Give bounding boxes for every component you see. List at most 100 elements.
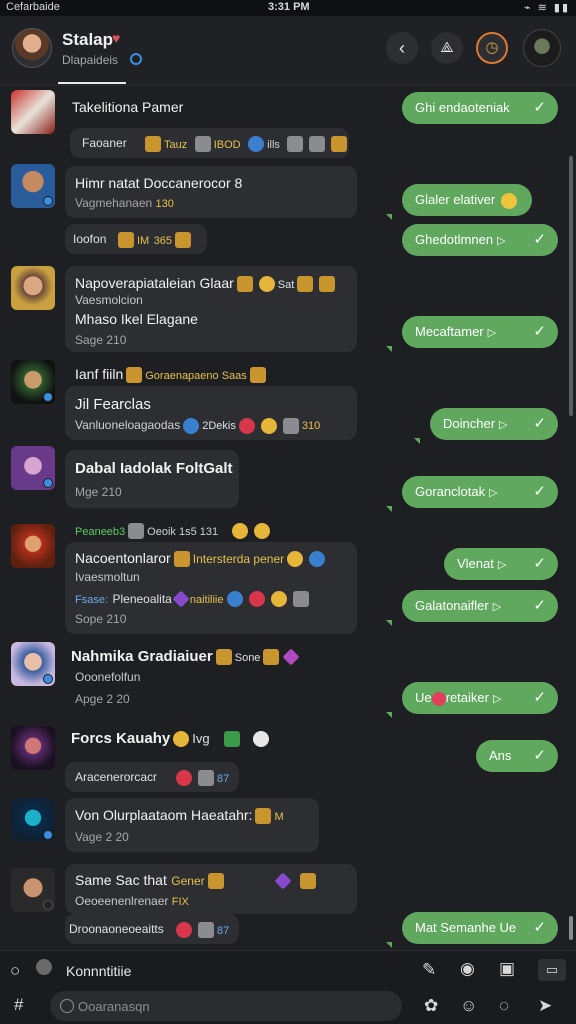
message-bubble[interactable]: Same Sac that Gener Oeoeenenlrenaer FIX bbox=[65, 864, 357, 914]
sender-avatar[interactable] bbox=[11, 360, 55, 404]
figure-icon bbox=[198, 769, 214, 786]
read-check-icon: ✓ bbox=[533, 597, 546, 614]
badge-icon bbox=[118, 231, 134, 248]
system-indicators: ⌁ ≋ ▮▮ bbox=[523, 2, 570, 14]
bubble-tail bbox=[414, 438, 420, 444]
emoji-icon bbox=[254, 522, 271, 539]
grid-icon[interactable]: # bbox=[14, 995, 23, 1015]
badge-icon bbox=[194, 135, 211, 152]
message-input[interactable] bbox=[78, 997, 388, 1015]
sender-avatar[interactable] bbox=[11, 868, 55, 912]
carrier-label: Cefarbaide bbox=[6, 1, 60, 13]
message-header-line: Ianf fiiln Goraenapaeno Saas bbox=[75, 366, 269, 384]
message-bubble[interactable]: Dabal Iadolak FoltGalt Mge 210 bbox=[65, 450, 239, 508]
message-bubble[interactable]: Jil Fearclas Vanluoneloagaodas 2Dekis 310 bbox=[65, 386, 357, 440]
chat-subtitle: Dlapaideis bbox=[62, 53, 119, 67]
profile-avatar[interactable] bbox=[523, 29, 561, 67]
badge-icon bbox=[126, 366, 143, 383]
kiss-emoji-icon bbox=[431, 691, 446, 706]
message-meta: Vanluoneloagaodas 2Dekis 310 bbox=[75, 418, 321, 434]
sender-avatar[interactable] bbox=[11, 726, 55, 770]
message-timestamp: Sope 210 bbox=[75, 612, 127, 626]
outgoing-message[interactable]: Doincher ▷ ✓ bbox=[430, 408, 558, 440]
emoji-icon[interactable]: ☺ bbox=[460, 996, 477, 1016]
back-button[interactable]: ‹ bbox=[386, 32, 418, 64]
read-check-icon: ✓ bbox=[533, 919, 546, 936]
bubble-tail bbox=[386, 506, 392, 512]
message-bubble[interactable]: Napoverapiataleian Glaar Sat Vaesmolcion … bbox=[65, 266, 357, 352]
sender-avatar[interactable] bbox=[11, 798, 55, 842]
read-check-icon: ✓ bbox=[533, 231, 546, 248]
reaction-icons: IM 365 bbox=[115, 231, 194, 249]
reaction-strip[interactable]: Ioofon IM 365 bbox=[65, 224, 207, 254]
chat-bubble-icon[interactable]: ◌ bbox=[499, 996, 509, 1016]
save-icon[interactable]: ▣ bbox=[499, 959, 515, 979]
outgoing-message[interactable]: Galatonaifler ▷ ✓ bbox=[402, 590, 558, 622]
outgoing-message[interactable]: Mat Semanhe Ue ✓ bbox=[402, 912, 558, 944]
smile-emoji-icon bbox=[501, 192, 518, 209]
emoji-icon bbox=[232, 522, 249, 539]
message-bubble[interactable]: Himr natat Doccanerocor 8 Vagmehanaen 13… bbox=[65, 166, 357, 218]
sender-avatar[interactable] bbox=[11, 642, 55, 686]
heart-icon bbox=[176, 921, 192, 938]
composer-label[interactable]: Konnntitiie bbox=[66, 963, 131, 979]
message-line: Oeoeenenlrenaer FIX bbox=[75, 894, 189, 908]
send-icon[interactable]: ➤ bbox=[538, 996, 552, 1016]
scrollbar[interactable] bbox=[569, 156, 573, 416]
sender-avatar[interactable] bbox=[11, 266, 55, 310]
message-bubble[interactable]: Nacoentonlaror Intersterda pener Ivaesmol… bbox=[65, 542, 357, 634]
emoji-icon bbox=[252, 730, 269, 747]
chip-icons: Tauz IBOD ills bbox=[142, 135, 350, 153]
user-avatar-icon[interactable] bbox=[36, 959, 52, 975]
message-bubble[interactable]: Von Olurplaataom Haeatahr: M Vage 2 20 bbox=[65, 798, 319, 852]
heart-icon bbox=[248, 590, 265, 607]
outgoing-message[interactable]: Ue retaiker ▷ ✓ bbox=[402, 682, 558, 714]
gem-icon bbox=[172, 590, 190, 608]
heart-icon: ♥ bbox=[112, 30, 121, 46]
clock-icon[interactable]: ◷ bbox=[476, 32, 508, 64]
contact-avatar[interactable] bbox=[12, 28, 52, 68]
outgoing-message[interactable]: Mecaftamer ▷ ✓ bbox=[402, 316, 558, 348]
sender-avatar[interactable] bbox=[11, 446, 55, 490]
figure-icon bbox=[282, 418, 299, 434]
record-icon[interactable]: ◉ bbox=[460, 959, 475, 979]
emoji-icon bbox=[270, 590, 287, 607]
sender-avatar[interactable] bbox=[11, 90, 55, 134]
attach-icon[interactable] bbox=[60, 999, 74, 1013]
chat-title[interactable]: Stalap bbox=[62, 30, 113, 50]
emoji-icon bbox=[226, 590, 243, 607]
sender-name: Himr natat Doccanerocor 8 bbox=[75, 175, 243, 191]
clock-time: 3:31 PM bbox=[268, 1, 310, 13]
ribbon-icon[interactable]: ⟁ bbox=[431, 32, 463, 64]
pen-icon[interactable]: ✎ bbox=[422, 960, 436, 980]
reaction-label: Droonaoneoeaitts bbox=[69, 922, 164, 936]
outgoing-message[interactable]: Goranclotak ▷ ✓ bbox=[402, 476, 558, 508]
message-timestamp: Apge 2 20 bbox=[75, 692, 130, 706]
folder-icon[interactable]: ▭ bbox=[538, 959, 566, 981]
outgoing-message[interactable]: Glaler elativer bbox=[402, 184, 532, 216]
message-meta: Vagmehanaen 130 bbox=[75, 196, 174, 210]
sender-avatar[interactable] bbox=[11, 524, 55, 568]
figure-icon bbox=[309, 135, 326, 152]
active-tab-indicator bbox=[58, 82, 126, 84]
reaction-strip[interactable]: Aracenerorcacr 87 bbox=[65, 762, 239, 792]
message-input-box[interactable] bbox=[50, 991, 402, 1021]
reaction-strip[interactable]: Droonaoneoeaitts 87 bbox=[65, 914, 239, 944]
scrollbar-lower[interactable] bbox=[569, 916, 573, 940]
sticker-icon[interactable]: ✿ bbox=[424, 996, 438, 1016]
sender-avatar[interactable] bbox=[11, 164, 55, 208]
outgoing-message[interactable]: Ghedotlmnen ▷ ✓ bbox=[402, 224, 558, 256]
emoji-icon bbox=[173, 730, 190, 747]
refresh-icon[interactable]: ○ bbox=[10, 961, 20, 981]
outgoing-message[interactable]: Vlenat ▷ ✓ bbox=[444, 548, 558, 580]
badge-icon bbox=[207, 872, 224, 889]
message-list[interactable]: Takelitiona Pamer Faoaner Tauz IBOD ills… bbox=[0, 86, 576, 950]
play-icon: ▷ bbox=[492, 693, 502, 705]
badge-icon bbox=[319, 275, 336, 292]
reaction-strip[interactable]: Faoaner Tauz IBOD ills bbox=[70, 128, 349, 158]
verified-icon bbox=[43, 478, 53, 488]
outgoing-message[interactable]: Ghi endaoteniak ✓ bbox=[402, 92, 558, 124]
badge-icon bbox=[215, 648, 232, 665]
reaction-icons: 87 bbox=[173, 921, 229, 939]
outgoing-message[interactable]: Ans ✓ bbox=[476, 740, 558, 772]
